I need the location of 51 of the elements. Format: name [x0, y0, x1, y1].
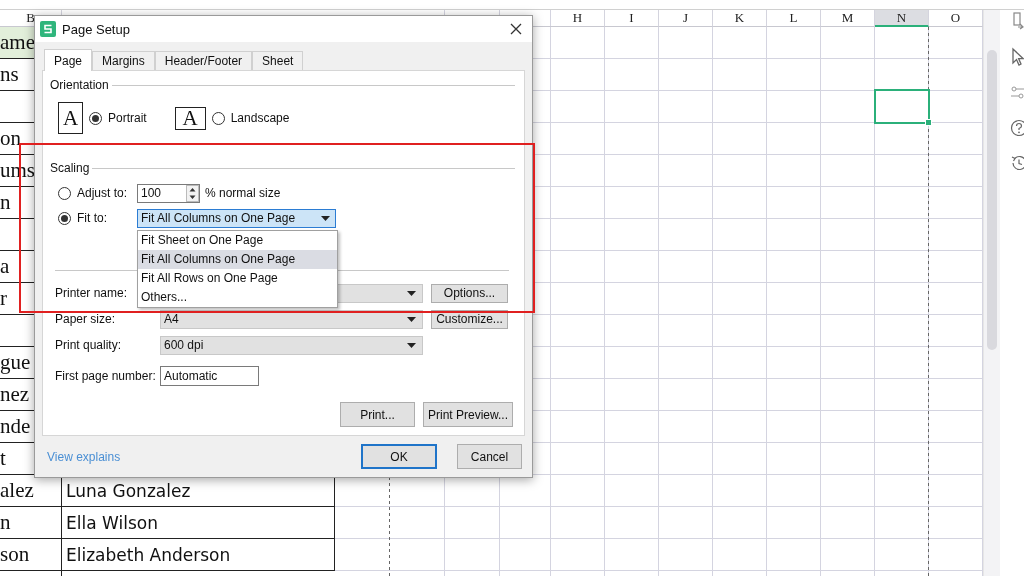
tab[interactable]: Margins [92, 51, 155, 70]
selected-cell[interactable] [874, 89, 930, 124]
table-cell: Elizabeth Anderson [62, 539, 335, 571]
app-icon [40, 21, 56, 37]
table-cell: Ella Wilson [62, 507, 335, 539]
tab[interactable]: Sheet [252, 51, 304, 70]
radio-label[interactable]: Landscape [230, 111, 290, 125]
caret-icon [407, 316, 416, 322]
side-button[interactable]: Options... [431, 283, 508, 303]
caret-icon [321, 215, 330, 221]
sliders-icon[interactable] [1010, 84, 1024, 102]
print-button[interactable]: Print... [339, 402, 415, 427]
radio-label[interactable]: Portrait [108, 111, 147, 125]
history-icon[interactable] [1010, 154, 1024, 172]
select-field[interactable]: 600 dpi [160, 335, 423, 355]
table-cell: son [0, 539, 62, 571]
number-field[interactable]: 100 [137, 183, 200, 203]
dialog-button[interactable]: OK [361, 444, 437, 469]
tab[interactable]: Page [44, 49, 93, 71]
menu-item[interactable]: Fit All Columns on One Page [138, 249, 337, 269]
menu-item[interactable]: Fit Sheet on One Page [138, 230, 337, 250]
spin-buttons-icon[interactable] [186, 184, 199, 202]
scrollbar-thumb[interactable] [987, 50, 997, 350]
table-cell: alez [0, 475, 62, 507]
radio-button[interactable] [58, 186, 71, 200]
fill-handle[interactable] [925, 119, 932, 126]
close-icon[interactable] [510, 23, 522, 35]
input-field[interactable]: Automatic [160, 366, 259, 386]
panel-icon [1010, 12, 1024, 30]
radio-button[interactable] [211, 111, 225, 125]
table-cell: n [0, 507, 62, 539]
dialog-button[interactable]: Cancel [457, 444, 522, 469]
fit-dropdown[interactable]: Fit All Columns on One Page [137, 208, 336, 228]
page-letter: A [182, 107, 198, 129]
tab[interactable]: Header/Footer [154, 51, 253, 70]
menu-item[interactable]: Fit All Rows on One Page [138, 268, 337, 288]
field-label: Paper size: [55, 312, 117, 326]
help-icon[interactable] [1010, 119, 1024, 137]
dialog-title: Page Setup [62, 21, 130, 37]
radio-label[interactable]: Adjust to: [77, 186, 137, 200]
radio-label[interactable]: Fit to: [77, 211, 137, 225]
cursor-icon[interactable] [1010, 47, 1024, 67]
caret-icon [407, 290, 416, 296]
radio-button[interactable] [58, 211, 71, 225]
radio-button[interactable] [89, 111, 102, 125]
column-header[interactable]: N [875, 10, 929, 27]
page-letter: A [62, 107, 79, 129]
unit-label: % normal size [205, 186, 281, 200]
caret-icon [407, 342, 416, 348]
menu-item[interactable]: Others... [138, 287, 337, 307]
print-button[interactable]: Print Preview... [422, 402, 513, 427]
